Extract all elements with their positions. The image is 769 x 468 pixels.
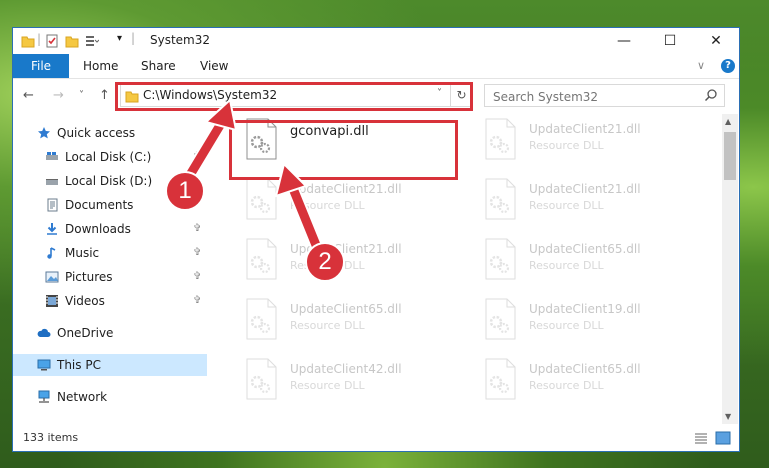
step-1-badge: 1 xyxy=(165,171,205,211)
annotation-arrows xyxy=(183,98,325,257)
step-2-badge: 2 xyxy=(305,242,345,282)
